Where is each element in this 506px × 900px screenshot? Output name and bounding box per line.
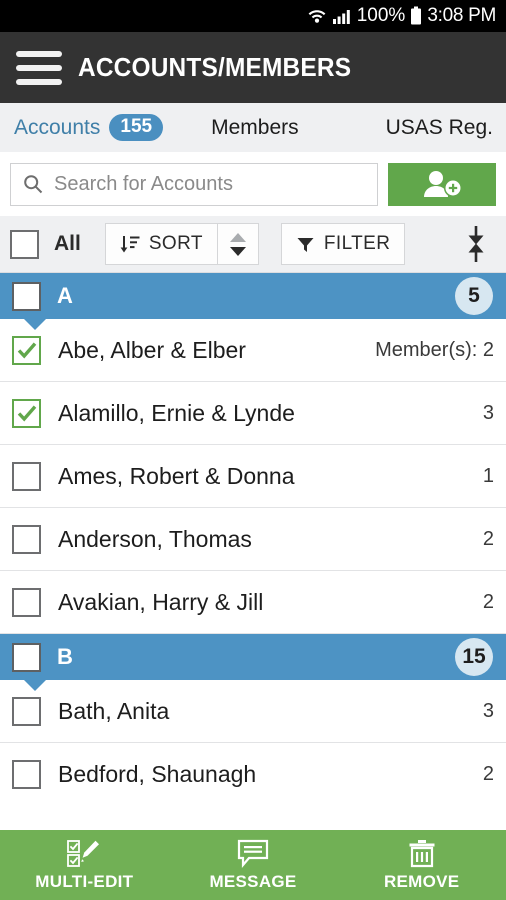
remove-button[interactable]: REMOVE [337,830,506,900]
list-item[interactable]: Ames, Robert & Donna 1 [0,445,506,508]
bottom-action-bar: MULTI-EDIT MESSAGE REMOVE [0,830,506,900]
filter-button[interactable]: FILTER [280,223,406,265]
row-select-checkbox[interactable] [12,398,41,428]
accounts-count-badge: 155 [109,113,164,142]
row-select-checkbox[interactable] [12,587,41,617]
section-select-checkbox[interactable] [12,281,41,311]
status-bar: 100% 3:08 PM [0,0,506,32]
caret-down-icon[interactable] [229,246,247,257]
sort-button-label: SORT [148,233,203,254]
account-name: Abe, Alber & Elber [58,336,246,363]
row-select-checkbox[interactable] [12,335,41,365]
tab-accounts-label: Accounts [14,115,101,139]
sort-descending-icon [120,234,140,254]
list-item[interactable]: Bedford, Shaunagh 2 [0,743,506,806]
check-icon [17,405,36,422]
multi-edit-icon [67,839,101,869]
account-name: Anderson, Thomas [58,525,252,552]
section-count-badge: 15 [455,638,493,676]
account-name: Alamillo, Ernie & Lynde [58,399,295,426]
sort-button[interactable]: SORT [104,223,217,265]
tab-accounts[interactable]: Accounts 155 [0,113,164,142]
account-name: Ames, Robert & Donna [58,462,295,489]
filter-button-label: FILTER [323,233,391,254]
section-header[interactable]: A5 [0,273,506,330]
remove-label: REMOVE [383,871,460,891]
sort-direction-stepper[interactable] [216,223,259,265]
select-all-label: All [54,232,81,255]
hamburger-menu-icon[interactable] [0,32,78,103]
chevron-down-icon [23,679,47,691]
tab-members-label: Members [211,115,299,139]
caret-up-icon[interactable] [229,232,247,243]
tab-usas-reg[interactable]: USAS Reg. [386,116,493,140]
chevron-down-icon [23,318,47,330]
member-count: 2 [482,590,494,613]
battery-full-icon [410,6,422,26]
search-field-wrapper[interactable] [10,162,378,206]
member-count: 1 [482,464,494,487]
list-item[interactable]: Bath, Anita 3 [0,680,506,743]
section-letter: A [57,283,73,308]
add-user-icon [419,169,465,199]
message-bubble-icon [237,839,269,869]
accounts-list[interactable]: A 5 Abe, Alber & Elber Member(s): 2 Alamillo… [0,273,506,830]
section-header[interactable]: B 15 [0,634,506,691]
search-row [0,152,506,216]
list-item[interactable]: Abe, Alber & Elber Member(s): 2 [0,319,506,382]
funnel-icon [296,235,315,254]
message-label: MESSAGE [209,871,297,891]
list-item[interactable]: Avakian, Harry & Jill 2 [0,571,506,634]
row-select-checkbox[interactable] [12,461,41,491]
member-count: 2 [482,527,494,550]
trash-icon [408,839,436,869]
multi-edit-button[interactable]: MULTI-EDIT [0,830,169,900]
check-icon [17,342,36,359]
account-name: Bedford, Shaunagh [58,761,257,787]
search-input[interactable] [54,172,365,196]
list-item[interactable]: Anderson, Thomas 2 [0,508,506,571]
section-count-badge: 5 [455,277,493,315]
cellular-signal-icon [332,7,352,25]
app-root: 100% 3:08 PM ACCOUNTS/MEMBERS Accounts 1… [0,0,506,900]
tab-usas-reg-label: USAS Reg. [385,115,493,139]
list-item[interactable]: Alamillo, Ernie & Lynde 3 [0,382,506,445]
member-count: 2 [482,763,494,785]
collapse-all-icon[interactable] [458,216,494,272]
row-select-checkbox[interactable] [12,760,41,789]
battery-percent-label: 100% [356,5,406,26]
clock-label: 3:08 PM [427,5,496,26]
member-count: 3 [482,699,494,722]
member-count: Member(s): 2 [375,338,494,361]
search-icon [23,174,43,194]
account-name: Bath, Anita [58,697,170,724]
tab-members[interactable]: Members [211,116,299,140]
account-name: Avakian, Harry & Jill [58,588,264,615]
add-account-button[interactable] [388,162,496,206]
member-count: 3 [482,401,494,424]
row-select-checkbox[interactable] [12,524,41,554]
select-all-checkbox[interactable] [10,229,39,259]
app-bar: ACCOUNTS/MEMBERS [0,32,506,103]
message-button[interactable]: MESSAGE [169,830,338,900]
section-select-checkbox[interactable] [12,642,41,672]
page-title: ACCOUNTS/MEMBERS [78,52,352,82]
multi-edit-label: MULTI-EDIT [35,871,134,891]
list-tools-bar: All SORT FILTER [0,216,506,273]
section-letter: B [57,644,73,669]
row-select-checkbox[interactable] [12,696,41,726]
sort-control-group: SORT [104,223,259,265]
wifi-icon [307,7,327,25]
tab-bar: Accounts 155 Members USAS Reg. [0,103,506,152]
